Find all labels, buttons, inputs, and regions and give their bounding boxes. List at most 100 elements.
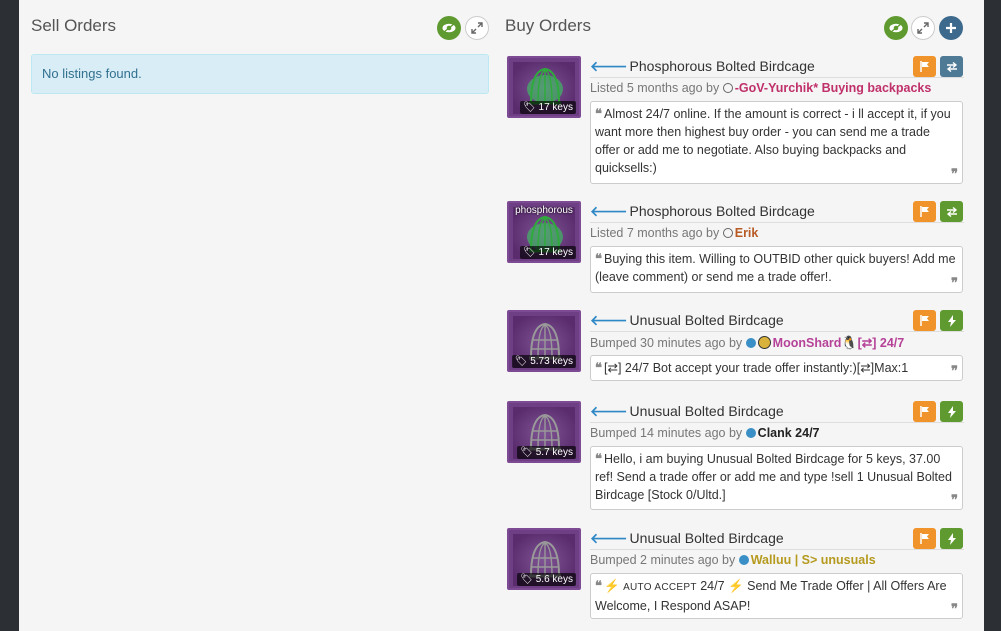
message-text: 24/7 [700,579,725,593]
offline-status-icon [722,83,733,93]
price-tag: 🏷 5.73 keys [511,355,576,368]
flag-icon [919,61,929,72]
message-text: Almost 24/7 online. If the amount is cor… [595,107,951,175]
eye-icon [889,23,903,33]
arrow-left-icon: 🡐 [590,530,628,546]
buy-orders-title: Buy Orders [505,16,591,35]
penguin-icon: 🐧 [841,335,858,350]
item-name-link[interactable]: Phosphorous Bolted Birdcage [630,203,815,219]
listing-meta: Bumped 2 minutes ago by Walluu | S> unus… [590,553,876,567]
quote-open-icon: ❝ [595,251,602,266]
quote-close-icon: ❞ [951,492,958,507]
trade-offer-icon [946,61,957,72]
listing-item: phosphorous 🏷 17 keys 🡐 Phosphorous Bolte… [507,201,964,293]
arrow-left-icon: 🡐 [590,203,628,219]
price-tag: 🏷 17 keys [520,246,576,259]
instant-trade-button[interactable] [940,401,963,422]
item-name-link[interactable]: Phosphorous Bolted Birdcage [630,58,815,74]
message-text: Hello, i am buying Unusual Bolted Birdca… [595,452,952,502]
report-button[interactable] [913,56,936,77]
price-value: 17 keys [538,247,573,258]
listing-message: ❝ ⚡ AUTO ACCEPT 24/7 ⚡ Send Me Trade Offe… [590,573,963,619]
item-thumbnail[interactable]: 🏷 5.7 keys [507,401,581,463]
price-value: 5.73 keys [530,356,573,367]
report-button[interactable] [913,401,936,422]
user-link[interactable]: -GoV-Yurchik* Buying backpacks [735,81,932,95]
price-value: 5.7 keys [535,447,573,458]
listing-age: Bumped 30 minutes ago by [590,336,743,350]
sell-expand-button[interactable] [465,16,489,40]
report-button[interactable] [913,528,936,549]
no-listings-text: No listings found. [42,66,142,81]
item-thumbnail[interactable]: phosphorous 🏷 17 keys [507,201,581,263]
user-link[interactable]: Erik [735,226,759,240]
offline-status-icon [722,228,733,238]
item-name-link[interactable]: Unusual Bolted Birdcage [630,403,784,419]
listing-item: 🏷 5.73 keys 🡐 Unusual Bolted Birdcage Bum… [507,310,964,384]
listing-age: Bumped 14 minutes ago by [590,426,743,440]
listing-message: ❝ [⇄] 24/7 Bot accept your trade offer in… [590,355,963,381]
expand-icon [471,22,483,34]
flag-icon [919,206,929,217]
listing-age: Listed 7 months ago by [590,226,720,240]
price-tag: 🏷 5.6 keys [517,573,576,586]
item-name-link[interactable]: Unusual Bolted Birdcage [630,530,784,546]
quote-open-icon: ❝ [595,106,602,121]
instant-trade-button[interactable] [940,528,963,549]
quote-open-icon: ❝ [595,451,602,466]
trade-offer-button[interactable] [940,201,963,222]
message-text: Buying this item. Willing to OUTBID othe… [595,252,956,284]
listing-meta: Listed 5 months ago by -GoV-Yurchik* Buy… [590,81,931,95]
quote-close-icon: ❞ [951,275,958,290]
moon-avatar-icon [757,336,771,349]
listing-item: 🏷 5.7 keys 🡐 Unusual Bolted Birdcage Bump… [507,401,964,511]
online-status-icon [745,338,756,348]
user-link[interactable]: MoonShard [773,336,842,350]
listing-message: ❝ Hello, i am buying Unusual Bolted Birdc… [590,446,963,510]
user-link[interactable]: Walluu | S> unusuals [751,553,876,567]
flag-icon [919,533,929,544]
listing-message: ❝ Buying this item. Willing to OUTBID oth… [590,246,963,293]
message-caps-text: AUTO ACCEPT [623,582,697,593]
user-suffix: [⇄] 24/7 [857,336,905,350]
listing-age: Listed 5 months ago by [590,81,720,95]
report-button[interactable] [913,310,936,331]
price-value: 17 keys [538,102,573,113]
quote-open-icon: ❝ [595,360,602,375]
arrow-left-icon: 🡐 [590,58,628,74]
buy-expand-button[interactable] [911,16,935,40]
online-status-icon [738,555,749,565]
item-title: 🡐 Unusual Bolted Birdcage [590,530,964,550]
flag-icon [919,315,929,326]
price-tag: 🏷 5.7 keys [517,446,576,459]
sell-watch-button[interactable] [437,16,461,40]
instant-trade-button[interactable] [940,310,963,331]
item-thumbnail[interactable]: 🏷 17 keys [507,56,581,118]
online-status-icon [745,428,756,438]
add-buy-order-button[interactable] [939,16,963,40]
item-overlay-label: phosphorous [515,205,573,216]
user-link[interactable]: Clank 24/7 [758,426,820,440]
item-title: 🡐 Phosphorous Bolted Birdcage [590,58,964,78]
flag-icon [919,406,929,417]
item-title: 🡐 Unusual Bolted Birdcage [590,403,964,423]
item-name-link[interactable]: Unusual Bolted Birdcage [630,312,784,328]
item-title: 🡐 Unusual Bolted Birdcage [590,312,964,332]
price-value: 5.6 keys [535,574,573,585]
buy-watch-button[interactable] [884,16,908,40]
listing-age: Bumped 2 minutes ago by [590,553,736,567]
item-title: 🡐 Phosphorous Bolted Birdcage [590,203,964,223]
item-thumbnail[interactable]: 🏷 5.73 keys [507,310,581,372]
expand-icon [917,22,929,34]
arrow-left-icon: 🡐 [590,312,628,328]
trade-offer-button[interactable] [940,56,963,77]
item-thumbnail[interactable]: 🏷 5.6 keys [507,528,581,590]
report-button[interactable] [913,201,936,222]
quote-close-icon: ❞ [951,601,958,616]
lightning-icon: ⚡ [604,579,620,593]
listing-meta: Bumped 14 minutes ago by Clank 24/7 [590,426,820,440]
listing-item: 🏷 17 keys 🡐 Phosphorous Bolted Birdcage L… [507,56,964,186]
plus-icon [946,23,956,33]
quote-close-icon: ❞ [951,166,958,181]
quote-open-icon: ❝ [595,578,602,593]
